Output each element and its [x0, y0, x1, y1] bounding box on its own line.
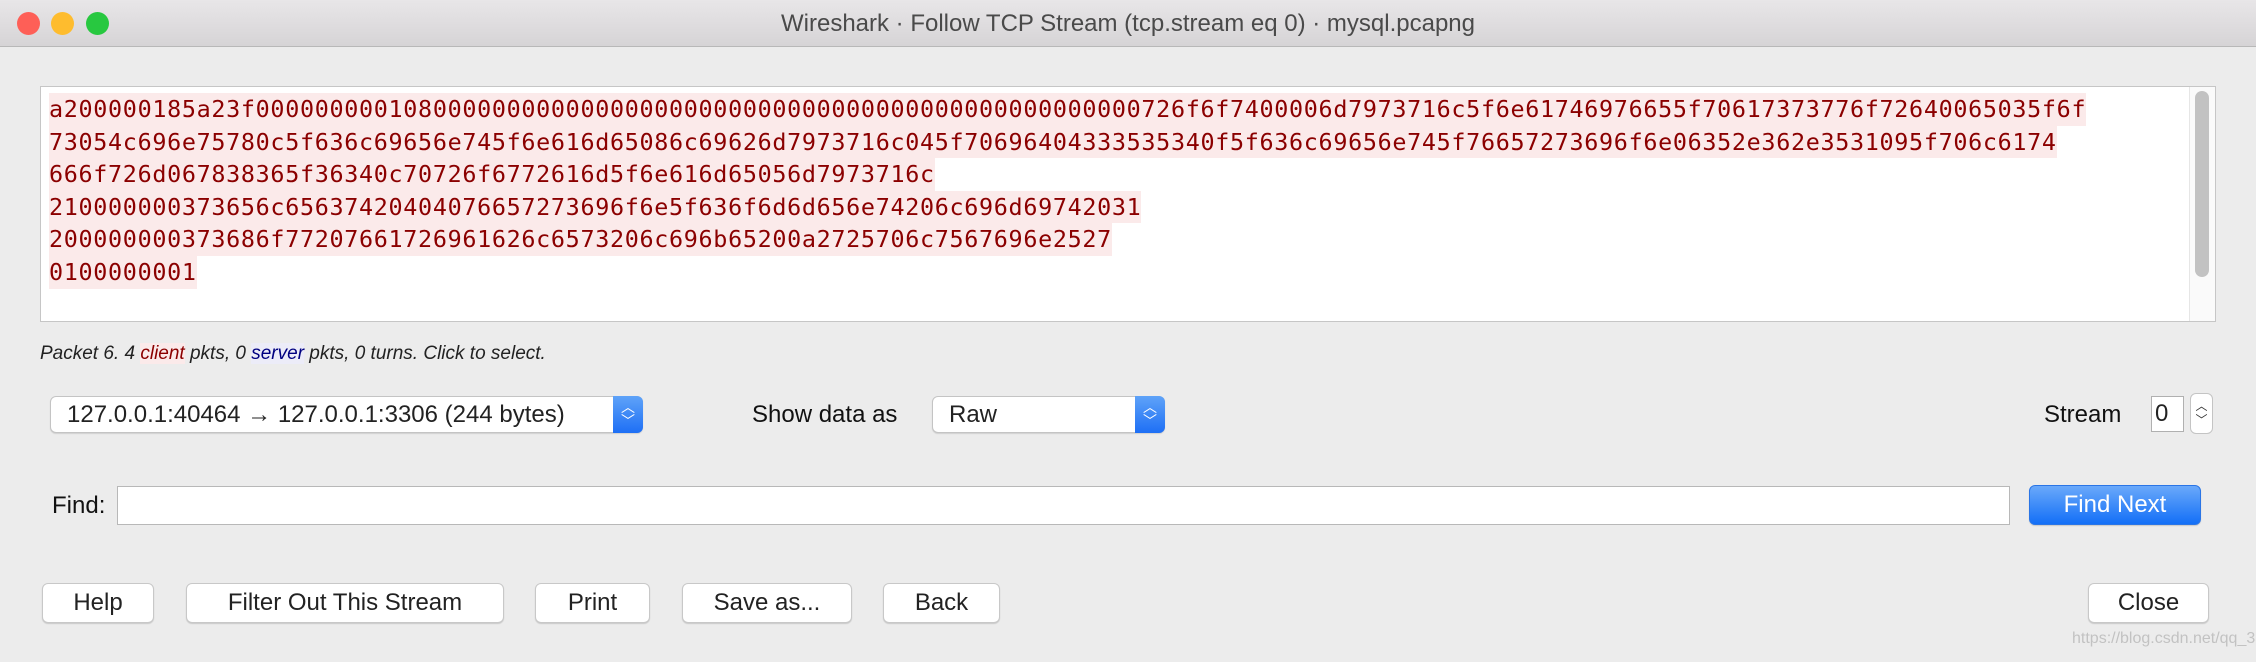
vertical-scrollbar[interactable]	[2189, 87, 2215, 321]
info-prefix: Packet 6. 4	[40, 343, 141, 364]
chevron-updown-icon: ︿ ﹀	[1135, 396, 1165, 433]
back-button[interactable]: Back	[883, 583, 1000, 623]
client-label: client	[140, 343, 185, 364]
find-label: Find:	[52, 492, 106, 519]
show-data-as-select[interactable]: Raw ︿ ﹀	[932, 396, 1165, 433]
stream-line[interactable]: 200000000373686f77207661726961626c657320…	[49, 223, 1112, 256]
scrollbar-thumb[interactable]	[2195, 91, 2209, 277]
conversation-select[interactable]: 127.0.0.1:40464 → 127.0.0.1:3306 (244 by…	[50, 396, 643, 433]
find-input[interactable]	[117, 486, 2010, 525]
title-bar: Wireshark · Follow TCP Stream (tcp.strea…	[0, 0, 2256, 47]
stream-line[interactable]: 0100000001	[49, 255, 197, 289]
show-data-as-label: Show data as	[752, 401, 898, 428]
stream-label: Stream	[2044, 401, 2122, 428]
stream-content-area[interactable]: a200000185a23f00000000010800000000000000…	[40, 86, 2216, 322]
stream-line[interactable]: 666f726d067838365f36340c70726f6772616d5f…	[49, 158, 935, 191]
window-title: Wireshark · Follow TCP Stream (tcp.strea…	[781, 10, 1475, 37]
stream-stepper[interactable]: ︿ ﹀	[2190, 393, 2213, 434]
close-button[interactable]: Close	[2088, 583, 2209, 623]
stream-line[interactable]: a200000185a23f00000000010800000000000000…	[49, 93, 2087, 126]
find-next-button[interactable]: Find Next	[2029, 485, 2201, 525]
server-label: server	[251, 343, 305, 364]
filter-out-stream-button[interactable]: Filter Out This Stream	[186, 583, 504, 623]
stream-info-text: Packet 6. 4 client pkts, 0 server pkts, …	[40, 343, 546, 365]
chevron-updown-icon: ︿ ﹀	[613, 396, 643, 433]
stream-line[interactable]: 210000000373656c65637420404076657273696f…	[49, 190, 1142, 224]
save-as-button[interactable]: Save as...	[682, 583, 852, 623]
help-button[interactable]: Help	[42, 583, 154, 623]
info-suffix: pkts, 0 turns. Click to select.	[304, 343, 546, 364]
print-button[interactable]: Print	[535, 583, 650, 623]
show-data-as-value: Raw	[949, 401, 998, 428]
conversation-value: 127.0.0.1:40464 → 127.0.0.1:3306 (244 by…	[67, 401, 565, 428]
watermark: https://blog.csdn.net/qq_33608000	[2072, 630, 2256, 647]
stream-text[interactable]: a200000185a23f00000000010800000000000000…	[49, 93, 2087, 289]
stream-line[interactable]: 73054c696e75780c5f636c69656e745f6e616d65…	[49, 125, 2057, 159]
stream-number-input[interactable]: 0	[2151, 396, 2184, 432]
info-mid: pkts, 0	[184, 343, 252, 364]
